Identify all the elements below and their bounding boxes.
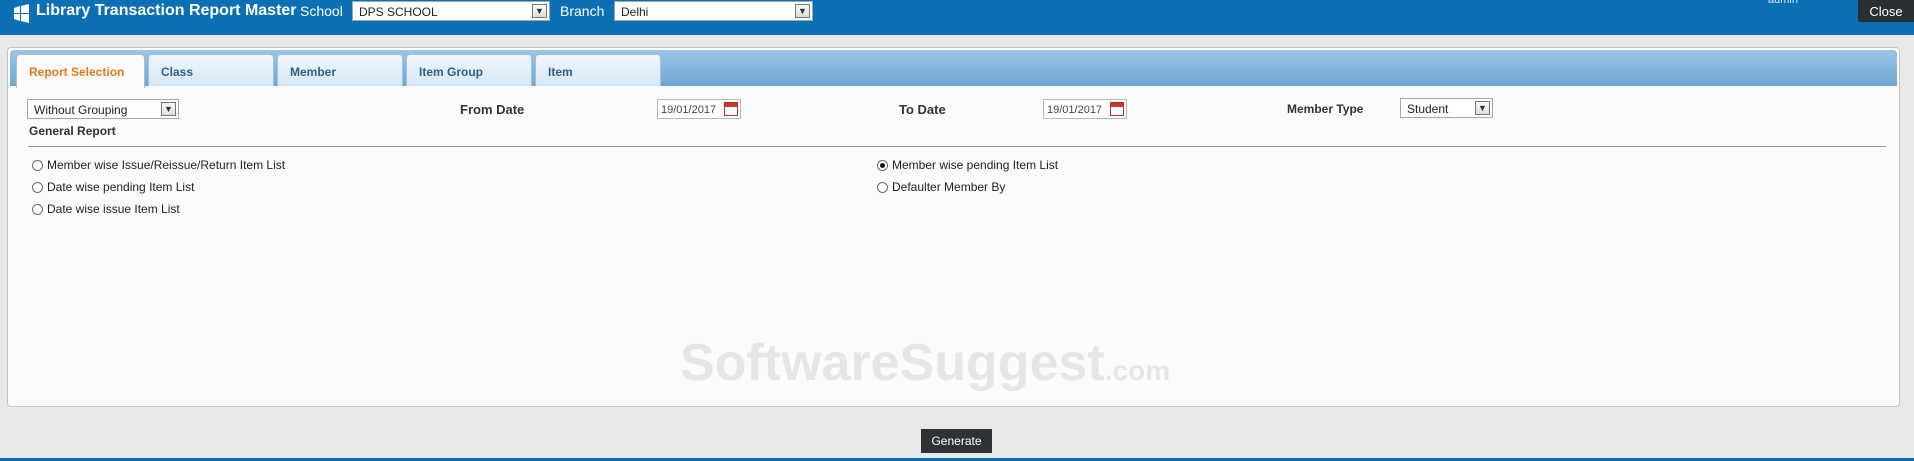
tab-label: Member [290,65,337,79]
calendar-icon[interactable] [724,102,738,116]
watermark-suffix: .com [1104,355,1171,386]
user-name[interactable]: admin [1768,0,1798,6]
radio-button-selected[interactable] [877,159,888,171]
radio-date-pending-list[interactable]: Date wise pending Item List [32,180,194,194]
radio-label: Defaulter Member By [892,180,1006,194]
tab-item[interactable]: Item [535,54,661,86]
generate-button[interactable]: Generate [921,429,992,453]
chevron-down-icon[interactable]: ▼ [161,102,176,116]
radio-member-pending-list[interactable]: Member wise pending Item List [877,158,1058,172]
chevron-down-icon[interactable]: ▼ [532,4,547,18]
radio-member-issue-list[interactable]: Member wise Issue/Reissue/Return Item Li… [32,158,285,172]
branch-select-value: Delhi [621,5,649,19]
radio-label: Member wise pending Item List [892,158,1059,172]
tab-label: Class [161,65,194,79]
member-type-value: Student [1407,102,1449,116]
radio-button[interactable] [32,181,43,193]
tab-class[interactable]: Class [148,54,274,86]
tab-strip: Report Selection Class Member Item Group… [10,50,1897,88]
watermark-main: SoftwareSuggest [680,334,1105,392]
tab-item-group[interactable]: Item Group [406,54,532,86]
radio-button[interactable] [877,181,888,193]
branch-label: Branch [560,3,605,19]
to-date-label: To Date [899,102,946,117]
from-date-label: From Date [460,102,525,117]
grouping-select[interactable]: Without Grouping ▼ [27,99,179,119]
grouping-select-value: Without Grouping [34,103,128,117]
school-select-value: DPS SCHOOL [359,5,438,19]
chevron-down-icon[interactable]: ▼ [1475,101,1490,115]
radio-label: Date wise pending Item List [47,180,195,194]
branch-select[interactable]: Delhi ▼ [614,1,813,21]
radio-date-issue-list[interactable]: Date wise issue Item List [32,202,180,216]
radio-button[interactable] [32,203,43,215]
watermark: SoftwareSuggest.com [680,333,1170,393]
radio-label: Member wise Issue/Reissue/Return Item Li… [47,158,286,172]
from-date-input[interactable]: 19/01/2017 [657,99,741,119]
tab-label: Report Selection [29,65,125,79]
member-type-label: Member Type [1287,102,1364,116]
from-date-value: 19/01/2017 [661,104,717,116]
school-select[interactable]: DPS SCHOOL ▼ [352,1,550,21]
section-title: General Report [29,124,116,138]
tab-member[interactable]: Member [277,54,403,86]
radio-label: Date wise issue Item List [47,202,180,216]
close-button[interactable]: Close [1858,0,1914,22]
to-date-input[interactable]: 19/01/2017 [1043,99,1127,119]
tab-label: Item Group [419,65,484,79]
divider [28,146,1886,147]
tab-report-selection[interactable]: Report Selection [16,54,145,88]
top-bar: Library Transaction Report Master School… [0,0,1914,35]
chevron-down-icon[interactable]: ▼ [795,4,810,18]
to-date-value: 19/01/2017 [1047,104,1103,116]
school-label: School [300,3,343,19]
radio-button[interactable] [32,159,43,171]
tab-label: Item [548,65,573,79]
member-type-select[interactable]: Student ▼ [1400,98,1493,118]
windows-logo-icon [14,4,29,23]
calendar-icon[interactable] [1110,102,1124,116]
radio-defaulter-member[interactable]: Defaulter Member By [877,180,1005,194]
page-title: Library Transaction Report Master [36,2,297,19]
